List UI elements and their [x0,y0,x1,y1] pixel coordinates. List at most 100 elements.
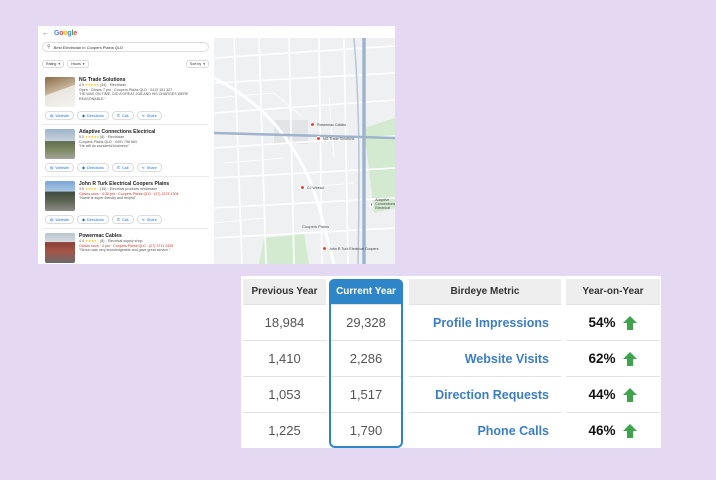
previous-year-value: 1,410 [243,340,326,376]
map-pin[interactable]: Powermac Cables [310,122,346,127]
filter-bar: Rating ▾ Hours ▾ Sort by ▾ [42,60,209,68]
call-button[interactable]: ✆ Call [111,163,134,172]
directions-button[interactable]: ◆ Directions [76,215,109,224]
metric-name: Direction Requests [409,376,561,412]
star-rating-icon: ★★★★☆ [85,239,100,243]
directions-icon: ◆ [81,166,85,170]
phone-icon: ✆ [116,166,120,170]
share-icon: ⋖ [141,114,145,118]
website-button[interactable]: ◍ Website [45,215,74,224]
business-photo [45,129,75,159]
globe-icon: ◍ [50,114,54,118]
action-buttons: ◍ Website ◆ Directions ✆ Call ⋖ Share [45,163,162,172]
call-button[interactable]: ✆ Call [111,215,134,224]
header-birdeye-metric: Birdeye Metric [409,279,561,304]
arrow-up-icon [622,423,637,438]
search-query: Best Electrician in Coopers Plains QLD [53,44,124,50]
list-item[interactable]: Powermac Cables 4.4 ★★★★☆ (8) · Electric… [42,229,209,264]
chevron-down-icon: ▾ [82,62,85,66]
results-pane: ← Google ⚲ Best Electrician in Coopers P… [38,26,214,264]
header-current-year: Current Year [329,279,403,304]
map-marker-icon [316,136,321,141]
metric-name: Phone Calls [409,412,561,448]
action-buttons: ◍ Website ◆ Directions ✆ Call ⋖ Share [45,111,162,120]
business-photo [45,181,75,211]
directions-button[interactable]: ◆ Directions [76,163,109,172]
search-input[interactable]: ⚲ Best Electrician in Coopers Plains QLD [42,42,209,52]
review-snippet: "Simon was very knowledgeable and gave g… [79,248,171,253]
metrics-table: Previous Year Current Year Birdeye Metri… [241,276,661,448]
directions-button[interactable]: ◆ Directions [76,111,109,120]
call-button[interactable]: ✆ Call [111,111,134,120]
sort-by-button[interactable]: Sort by ▾ [185,60,209,68]
top-bar: ← Google [42,28,77,38]
map-pin[interactable]: NG Trade Solutions [316,136,354,141]
map-view[interactable]: Powermac Cables NG Trade Solutions CJ Wi… [214,38,395,264]
share-button[interactable]: ⋖ Share [136,163,162,172]
star-rating-icon: ★★★★★ [85,83,100,87]
yoy-value: 46% [566,412,660,448]
share-button[interactable]: ⋖ Share [136,111,162,120]
website-button[interactable]: ◍ Website [45,163,74,172]
results-list: NG Trade Solutions 4.9 ★★★★★ (44) · Elec… [42,73,209,264]
business-details: John R Turk Electrical Coopers Plains 3.… [79,181,204,201]
share-button[interactable]: ⋖ Share [136,215,162,224]
review-snippet: "HE WAS ON TIME, DID A GREAT JOB AND HIS… [79,92,189,101]
map-marker-icon [370,201,374,207]
review-snippet: "Name is super friendly and helpful" [79,196,136,201]
filter-hours[interactable]: Hours ▾ [67,60,89,68]
current-year-value: 1,790 [331,412,401,448]
star-rating-icon: ★★★★★ [85,135,100,139]
share-icon: ⋖ [141,218,145,222]
business-details: NG Trade Solutions 4.9 ★★★★★ (44) · Elec… [79,77,204,101]
phone-icon: ✆ [116,218,120,222]
arrow-up-icon [622,351,637,366]
current-year-value: 2,286 [331,340,401,376]
directions-icon: ◆ [81,218,85,222]
share-icon: ⋖ [141,166,145,170]
list-item[interactable]: John R Turk Electrical Coopers Plains 3.… [42,177,209,229]
list-item[interactable]: Adaptive Connections Electrical 5.0 ★★★★… [42,125,209,177]
map-pin[interactable]: Adaptive Connections Electrical [370,198,395,210]
arrow-up-icon [622,387,637,402]
current-year-value: 29,328 [331,304,401,340]
website-button[interactable]: ◍ Website [45,111,74,120]
chevron-down-icon: ▾ [58,62,61,66]
google-logo: Google [54,29,77,37]
star-rating-icon: ★★★★☆ [85,187,100,191]
chevron-down-icon: ▾ [203,62,205,66]
globe-icon: ◍ [50,218,54,222]
map-marker-icon [310,122,315,127]
list-item[interactable]: NG Trade Solutions 4.9 ★★★★★ (44) · Elec… [42,73,209,125]
map-roads [214,38,395,264]
business-details: Adaptive Connections Electrical 5.0 ★★★★… [79,129,204,149]
yoy-value: 44% [566,376,660,412]
map-marker-icon [300,185,305,190]
google-maps-panel: ← Google ⚲ Best Electrician in Coopers P… [38,26,395,264]
previous-year-value: 1,225 [243,412,326,448]
directions-icon: ◆ [81,114,85,118]
business-photo [45,233,75,263]
yoy-value: 62% [566,340,660,376]
map-marker-icon [322,246,327,251]
metric-name: Profile Impressions [409,304,561,340]
header-year-on-year: Year-on-Year [566,279,660,304]
phone-icon: ✆ [116,114,120,118]
globe-icon: ◍ [50,166,54,170]
search-icon: ⚲ [47,44,51,50]
back-arrow-icon[interactable]: ← [42,30,49,37]
metric-name: Website Visits [409,340,561,376]
business-photo [45,77,75,107]
yoy-value: 54% [566,304,660,340]
current-year-value: 1,517 [331,376,401,412]
map-area-label: Coopers Plains [302,224,330,229]
previous-year-value: 18,984 [243,304,326,340]
business-details: Powermac Cables 4.4 ★★★★☆ (8) · Electric… [79,233,204,253]
action-buttons: ◍ Website ◆ Directions ✆ Call ⋖ Share [45,215,162,224]
map-pin[interactable]: CJ Wiresd [300,185,324,190]
filter-rating[interactable]: Rating ▾ [42,60,65,68]
map-pin[interactable]: John R Turk Electrical Coopers [322,246,379,251]
previous-year-value: 1,053 [243,376,326,412]
header-previous-year: Previous Year [243,279,326,304]
review-snippet: "He will do wonderful business" [79,144,129,149]
